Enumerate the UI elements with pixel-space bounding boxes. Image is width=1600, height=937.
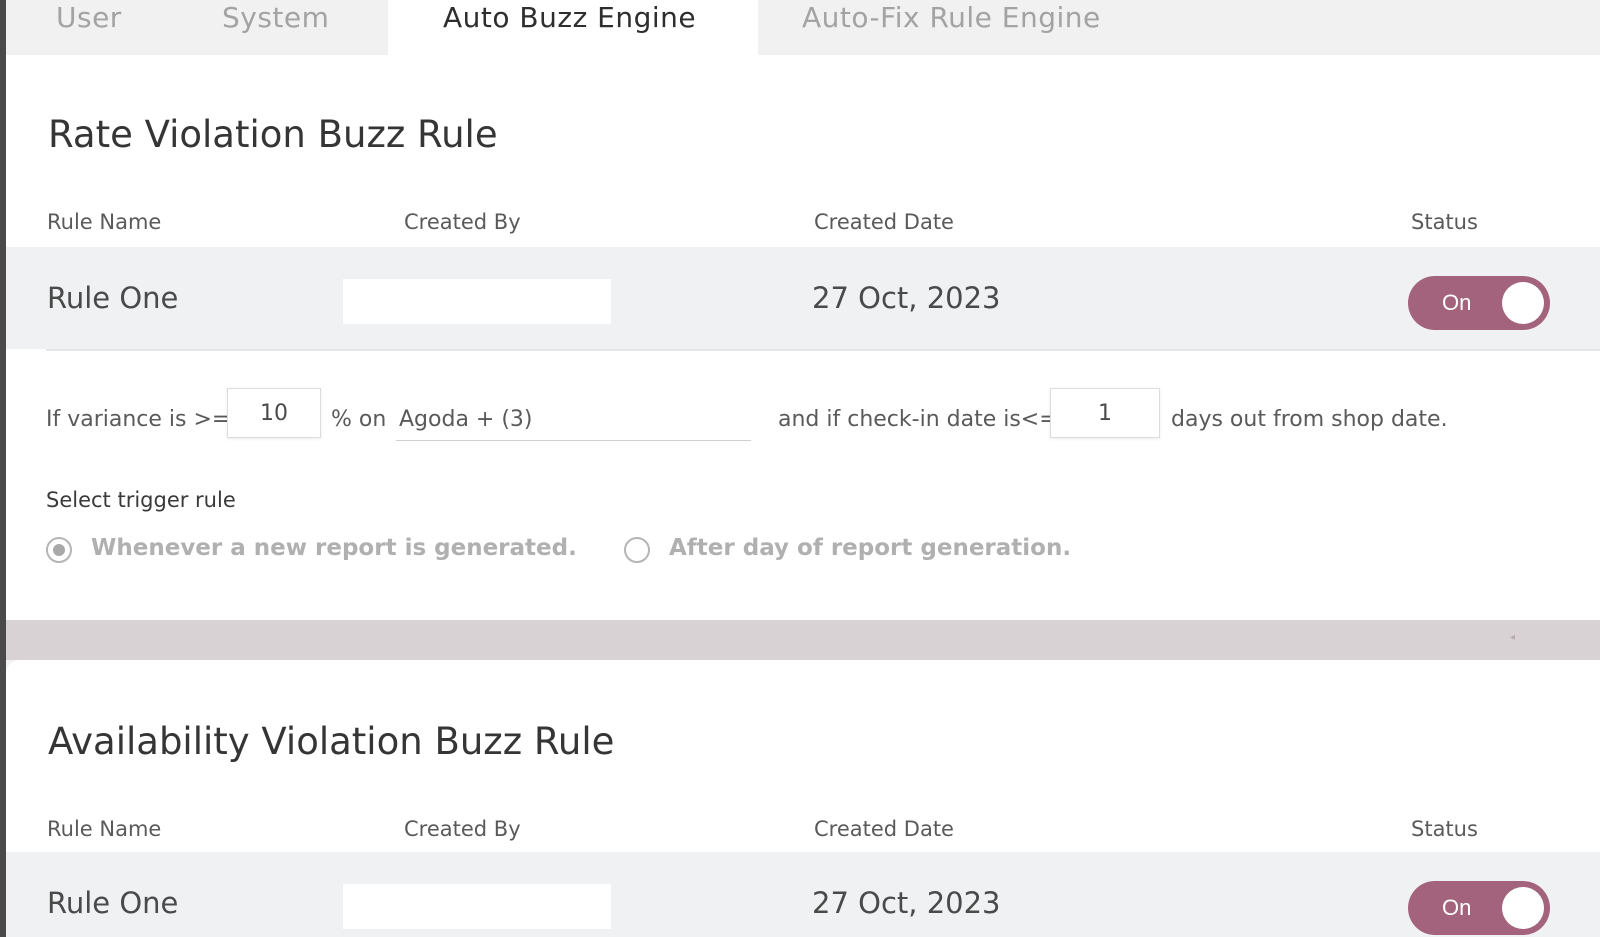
trigger-rule-label: Select trigger rule <box>46 488 236 512</box>
created-by-cell <box>343 279 611 324</box>
availability-violation-panel: Availability Violation Buzz Rule Rule Na… <box>6 660 1600 937</box>
column-header-status: Status <box>1411 817 1478 841</box>
rate-violation-panel: Rate Violation Buzz Rule Rule Name Creat… <box>6 55 1600 620</box>
tab-system[interactable]: System <box>222 0 329 55</box>
rule-name-cell: Rule One <box>47 281 179 315</box>
availability-rule-title: Availability Violation Buzz Rule <box>48 720 615 763</box>
tab-bar: User System Auto Buzz Engine Auto-Fix Ru… <box>6 0 1600 55</box>
table-row: Rule One 27 Oct, 2023 On <box>6 852 1600 937</box>
trigger-option-label: After day of report generation. <box>669 535 1072 561</box>
scroll-marker: ◂ <box>1510 632 1516 643</box>
days-suffix-label: days out from shop date. <box>1171 407 1448 432</box>
toggle-knob <box>1502 282 1544 324</box>
column-header-created-date: Created Date <box>814 817 954 841</box>
column-header-created-date: Created Date <box>814 210 954 234</box>
status-toggle-label: On <box>1442 290 1472 315</box>
rule-name-cell: Rule One <box>47 886 179 920</box>
column-header-rule-name: Rule Name <box>47 817 162 841</box>
section-separator <box>6 620 1600 660</box>
radio-unselected-icon <box>624 537 650 563</box>
column-header-status: Status <box>1411 210 1478 234</box>
created-by-cell <box>343 884 611 929</box>
variance-input[interactable]: 10 <box>227 388 321 438</box>
variance-label: If variance is >= <box>46 407 231 432</box>
channel-select-value: Agoda + (3) <box>399 407 533 432</box>
created-date-cell: 27 Oct, 2023 <box>812 886 1001 920</box>
tab-user[interactable]: User <box>56 0 122 55</box>
row-divider <box>46 349 1600 351</box>
table-row: Rule One 27 Oct, 2023 On <box>6 247 1600 349</box>
checkin-label: and if check-in date is<= <box>778 407 1058 432</box>
tab-auto-fix-rule-engine[interactable]: Auto-Fix Rule Engine <box>802 0 1101 55</box>
created-date-cell: 27 Oct, 2023 <box>812 281 1001 315</box>
radio-selected-icon <box>46 537 72 563</box>
toggle-knob <box>1502 887 1544 929</box>
app-frame: User System Auto Buzz Engine Auto-Fix Ru… <box>0 0 1600 937</box>
channel-select[interactable]: Agoda + (3) <box>396 391 751 441</box>
column-header-created-by: Created By <box>404 817 521 841</box>
rate-rule-title: Rate Violation Buzz Rule <box>48 113 498 156</box>
column-header-created-by: Created By <box>404 210 521 234</box>
column-header-rule-name: Rule Name <box>47 210 162 234</box>
percent-on-label: % on <box>331 407 387 432</box>
days-input[interactable]: 1 <box>1050 388 1160 438</box>
trigger-option-label: Whenever a new report is generated. <box>91 535 577 561</box>
status-toggle[interactable]: On <box>1408 881 1550 935</box>
tab-auto-buzz-engine[interactable]: Auto Buzz Engine <box>388 0 758 55</box>
status-toggle[interactable]: On <box>1408 276 1550 330</box>
status-toggle-label: On <box>1442 895 1472 920</box>
